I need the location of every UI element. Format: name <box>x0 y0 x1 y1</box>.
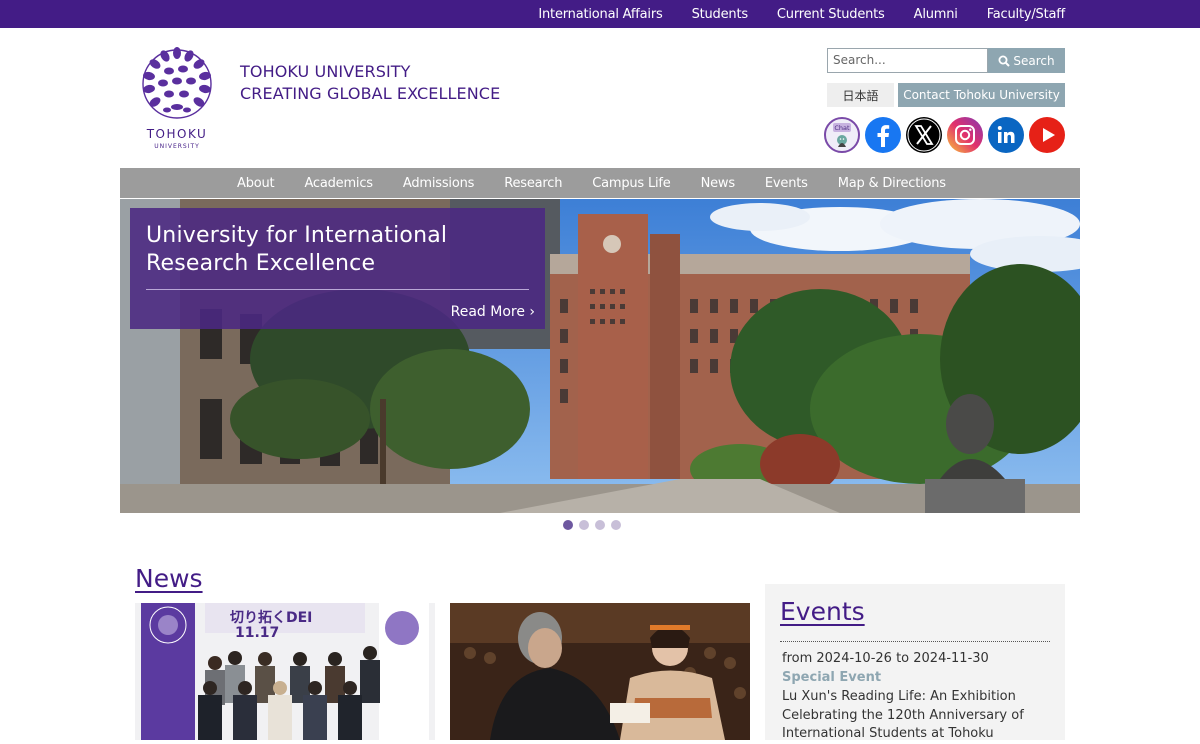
facebook-icon[interactable] <box>865 117 901 153</box>
chat-icon[interactable]: Chat <box>824 117 860 153</box>
youtube-icon[interactable] <box>1029 117 1065 153</box>
nav-news[interactable]: News <box>686 176 750 191</box>
utility-link-current-students[interactable]: Current Students <box>777 7 885 22</box>
news-banner-date: 11.17 <box>235 625 279 641</box>
nav-events[interactable]: Events <box>750 176 823 191</box>
logo-wordmark: TOHOKU <box>146 127 208 141</box>
nav-admissions[interactable]: Admissions <box>388 176 489 191</box>
nav-map-directions[interactable]: Map & Directions <box>823 176 961 191</box>
event-type-label: Special Event <box>782 670 882 685</box>
search-button-label: Search <box>1013 53 1055 68</box>
utility-link-faculty-staff[interactable]: Faculty/Staff <box>987 7 1065 22</box>
events-divider <box>780 641 1050 642</box>
site-title-line1: TOHOKU UNIVERSITY <box>240 62 411 81</box>
event-title-link[interactable]: Lu Xun's Reading Life: An Exhibition Cel… <box>782 688 1052 744</box>
utility-link-international-affairs[interactable]: International Affairs <box>538 7 662 22</box>
hero-title-line1: University for International <box>146 223 448 248</box>
news-heading[interactable]: News <box>135 564 203 593</box>
nav-academics[interactable]: Academics <box>289 176 387 191</box>
search-icon <box>998 55 1011 67</box>
events-panel: Events from 2024-10-26 to 2024-11-30 Spe… <box>765 584 1065 741</box>
search-input[interactable]: Search... <box>827 48 988 73</box>
slider-dot-2[interactable] <box>579 520 589 530</box>
utility-link-alumni[interactable]: Alumni <box>914 7 958 22</box>
japanese-language-button[interactable]: 日本語 <box>827 83 894 107</box>
news-banner-title: 切り拓くDEI <box>230 609 312 626</box>
event-date-range: from 2024-10-26 to 2024-11-30 <box>782 651 989 666</box>
hero-title[interactable]: University for International Research Ex… <box>146 222 447 278</box>
slider-dot-4[interactable] <box>611 520 621 530</box>
hero-divider <box>146 289 529 290</box>
site-title[interactable]: TOHOKU UNIVERSITY CREATING GLOBAL EXCELL… <box>240 61 500 105</box>
slider-dot-3[interactable] <box>595 520 605 530</box>
nav-about[interactable]: About <box>222 176 289 191</box>
events-heading[interactable]: Events <box>780 597 865 626</box>
main-navigation: About Academics Admissions Research Camp… <box>120 168 1080 198</box>
x-icon[interactable] <box>906 117 942 153</box>
utility-nav: International Affairs Students Current S… <box>509 0 1065 28</box>
top-utility-bar: International Affairs Students Current S… <box>0 0 1200 28</box>
read-more-link[interactable]: Read More › <box>451 304 535 320</box>
linkedin-icon[interactable] <box>988 117 1024 153</box>
site-tagline: CREATING GLOBAL EXCELLENCE <box>240 84 501 103</box>
utility-link-students[interactable]: Students <box>692 7 749 22</box>
search-button[interactable]: Search <box>988 48 1065 73</box>
news-item-image-ceremony[interactable] <box>450 603 750 740</box>
contact-button[interactable]: Contact Tohoku University <box>898 83 1065 107</box>
instagram-icon[interactable] <box>947 117 983 153</box>
logo-subword: UNIVERSITY <box>154 143 200 150</box>
hero-title-line2: Research Excellence <box>146 251 376 276</box>
nav-campus-life[interactable]: Campus Life <box>577 176 685 191</box>
hero-caption-panel: University for International Research Ex… <box>130 208 545 329</box>
slider-dots <box>563 520 627 530</box>
chat-label: Chat <box>834 124 850 132</box>
slider-dot-1[interactable] <box>563 520 573 530</box>
university-logo[interactable]: TOHOKU UNIVERSITY <box>139 47 215 151</box>
nav-research[interactable]: Research <box>489 176 577 191</box>
news-item-image-dei[interactable]: 切り拓くDEI 11.17 <box>135 603 435 740</box>
